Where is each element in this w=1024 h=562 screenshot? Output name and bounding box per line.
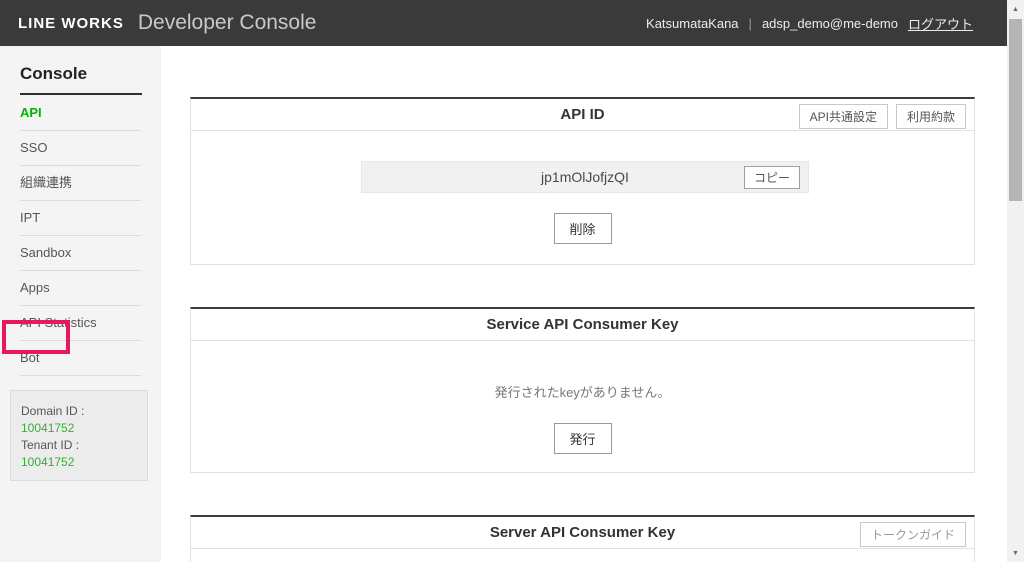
server-key-header-buttons: トークンガイド [860, 522, 966, 547]
token-guide-button[interactable]: トークンガイド [860, 522, 966, 547]
api-common-settings-button[interactable]: API共通設定 [799, 104, 888, 129]
api-id-value-field: jp1mOlJofjzQI コピー [361, 161, 809, 193]
service-key-title: Service API Consumer Key [486, 316, 678, 333]
delete-button[interactable]: 削除 [553, 213, 611, 244]
server-key-title: Server API Consumer Key [490, 524, 675, 541]
api-id-title: API ID [560, 106, 604, 123]
sidebar-item-api-statistics[interactable]: API Statistics [20, 306, 141, 341]
line-works-logo: LINE WORKS [18, 15, 124, 32]
api-id-header-buttons: API共通設定 利用約款 [799, 104, 966, 129]
api-id-panel-body: jp1mOlJofjzQI コピー 削除 [191, 131, 974, 264]
account-area: KatsumataKana | adsp_demo@me-demo ログアウト [646, 14, 989, 33]
sidebar-item-sso[interactable]: SSO [20, 131, 141, 166]
sidebar-title: Console [20, 64, 87, 83]
api-id-value: jp1mOlJofjzQI [362, 162, 808, 192]
sidebar-menu: API SSO 組織連携 IPT Sandbox Apps API Statis… [20, 96, 141, 376]
scroll-up-icon[interactable]: ▲ [1007, 1, 1024, 17]
sidebar-item-ipt[interactable]: IPT [20, 201, 141, 236]
server-key-panel-header: Server API Consumer Key トークンガイド [191, 517, 974, 549]
top-header-bar: LINE WORKS Developer Console KatsumataKa… [0, 0, 1007, 46]
domain-id-value: 10041752 [21, 420, 147, 437]
domain-id-label: Domain ID : [21, 403, 147, 420]
developer-console-page: LINE WORKS Developer Console KatsumataKa… [0, 0, 1024, 562]
domain-info-box: Domain ID : 10041752 Tenant ID : 1004175… [10, 390, 148, 481]
sidebar-item-api[interactable]: API [20, 96, 141, 131]
sidebar-item-bot[interactable]: Bot [20, 341, 141, 376]
scrollbar-thumb[interactable] [1009, 19, 1022, 201]
vertical-scrollbar[interactable]: ▲ ▼ [1007, 0, 1024, 562]
app-title: Developer Console [138, 11, 317, 35]
service-api-consumer-key-panel: Service API Consumer Key 発行されたkeyがありません。… [190, 307, 975, 473]
sidebar-item-org-link[interactable]: 組織連携 [20, 166, 141, 201]
service-key-panel-body: 発行されたkeyがありません。 発行 [191, 341, 974, 472]
issue-button[interactable]: 発行 [553, 423, 611, 454]
terms-of-use-button[interactable]: 利用約款 [896, 104, 966, 129]
api-id-panel: API ID API共通設定 利用約款 jp1mOlJofjzQI コピー 削除 [190, 97, 975, 265]
scroll-down-icon[interactable]: ▼ [1007, 545, 1024, 561]
user-account: adsp_demo@me-demo [762, 16, 898, 31]
sidebar-item-sandbox[interactable]: Sandbox [20, 236, 141, 271]
tenant-id-label: Tenant ID : [21, 437, 147, 454]
logout-link[interactable]: ログアウト [908, 14, 973, 33]
no-key-message: 発行されたkeyがありません。 [191, 382, 974, 401]
sidebar: Console API SSO 組織連携 IPT Sandbox Apps AP… [0, 46, 161, 562]
sidebar-title-block: Console [20, 64, 142, 95]
sidebar-item-apps[interactable]: Apps [20, 271, 141, 306]
user-name: KatsumataKana [646, 16, 739, 31]
service-key-panel-header: Service API Consumer Key [191, 309, 974, 341]
api-id-panel-header: API ID API共通設定 利用約款 [191, 99, 974, 131]
account-separator: | [749, 16, 752, 31]
copy-button[interactable]: コピー [744, 166, 800, 189]
tenant-id-value: 10041752 [21, 454, 147, 471]
main-content: API ID API共通設定 利用約款 jp1mOlJofjzQI コピー 削除… [161, 46, 1007, 562]
server-api-consumer-key-panel: Server API Consumer Key トークンガイド [190, 515, 975, 562]
